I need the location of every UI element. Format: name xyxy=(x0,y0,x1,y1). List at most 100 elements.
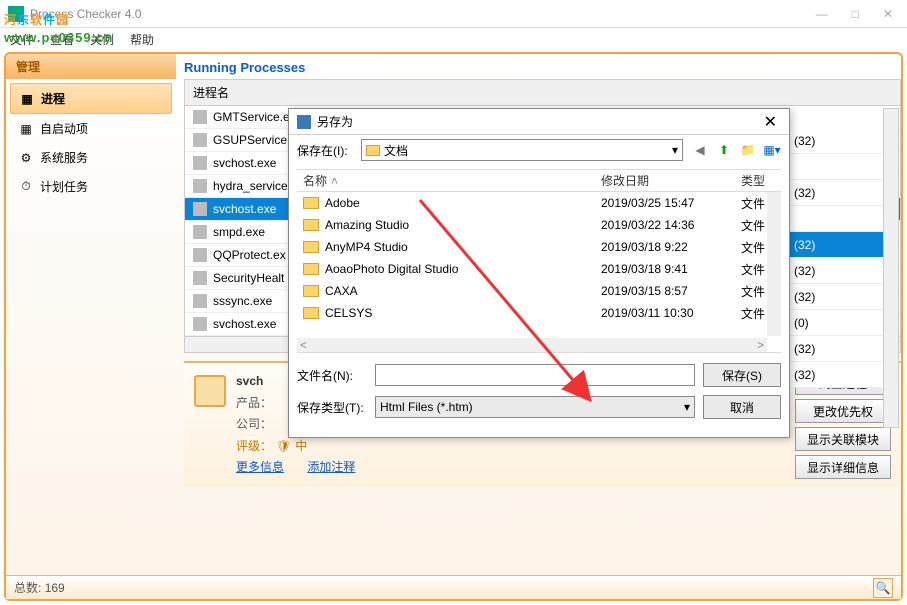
process-icon: ▦ xyxy=(19,91,35,107)
exe-icon xyxy=(193,133,207,147)
back-icon[interactable]: ◀ xyxy=(691,141,709,159)
tasks-icon: ⏱ xyxy=(18,179,34,195)
exe-icon xyxy=(193,156,207,170)
running-processes-title: Running Processes xyxy=(184,60,901,75)
file-list: 名称˄ 修改日期 类型 Adobe2019/03/25 15:47文件 Amaz… xyxy=(297,169,781,353)
menu-file[interactable]: 文件 xyxy=(10,31,34,48)
cancel-button[interactable]: 取消 xyxy=(703,395,781,419)
dialog-icon xyxy=(297,115,311,129)
exe-icon xyxy=(193,271,207,285)
details-button[interactable]: 显示详细信息 xyxy=(795,455,891,479)
column-header-name[interactable]: 进程名 xyxy=(184,79,901,106)
detail-rating-label: 评级： xyxy=(236,436,272,458)
filetype-combo[interactable]: Html Files (*.htm) ▾ xyxy=(375,396,695,418)
services-icon: ⚙ xyxy=(18,150,34,166)
detail-process-icon xyxy=(194,375,226,407)
detail-rating-value: 中 xyxy=(295,436,307,458)
filelist-vscroll[interactable] xyxy=(767,192,781,336)
filetype-text: Html Files (*.htm) xyxy=(380,400,473,414)
search-icon[interactable]: 🔍 xyxy=(873,578,893,598)
folder-row[interactable]: CELSYS2019/03/11 10:30文件 xyxy=(297,302,781,324)
bits-cell: (32) xyxy=(790,336,888,362)
menubar: 文件 查看 关例 帮助 xyxy=(0,28,907,50)
chevron-down-icon: ▾ xyxy=(684,400,690,414)
priority-button[interactable]: 更改优先权 xyxy=(795,399,891,423)
bits-cell: (32) xyxy=(790,128,888,154)
more-info-link[interactable]: 更多信息 xyxy=(236,460,284,474)
filename-input[interactable] xyxy=(375,364,695,386)
sidebar-label: 自启动项 xyxy=(40,120,88,137)
menu-view[interactable]: 查看 xyxy=(50,31,74,48)
save-in-label: 保存在(I): xyxy=(297,142,353,159)
exe-icon xyxy=(193,225,207,239)
exe-icon xyxy=(193,110,207,124)
modules-button[interactable]: 显示关联模块 xyxy=(795,427,891,451)
chevron-down-icon: ▾ xyxy=(672,143,678,157)
close-button[interactable]: ✕ xyxy=(877,5,899,23)
bits-cell: (32) xyxy=(790,232,888,258)
folder-row[interactable]: Adobe2019/03/25 15:47文件 xyxy=(297,192,781,214)
col-type[interactable]: 类型 xyxy=(741,172,781,189)
folder-row[interactable]: CAXA2019/03/15 8:57文件 xyxy=(297,280,781,302)
minimize-button[interactable]: — xyxy=(810,5,834,23)
shield-icon: 🛡 xyxy=(276,436,291,458)
sidebar-item-startup[interactable]: ▦ 自启动项 xyxy=(10,114,172,143)
col-name[interactable]: 名称˄ xyxy=(297,172,601,189)
sidebar-item-services[interactable]: ⚙ 系统服务 xyxy=(10,143,172,172)
maximize-button[interactable]: □ xyxy=(846,5,865,23)
filename-label: 文件名(N): xyxy=(297,367,367,384)
folder-row[interactable]: AnyMP4 Studio2019/03/18 9:22文件 xyxy=(297,236,781,258)
folder-icon xyxy=(303,307,319,319)
total-count: 总数: 169 xyxy=(14,579,873,596)
exe-icon xyxy=(193,248,207,262)
bits-cell: (32) xyxy=(790,258,888,284)
menu-example[interactable]: 关例 xyxy=(90,31,114,48)
bits-cell: (32) xyxy=(790,180,888,206)
exe-icon xyxy=(193,317,207,331)
folder-icon xyxy=(303,285,319,297)
bits-cell xyxy=(790,206,888,232)
folder-row[interactable]: AoaoPhoto Digital Studio2019/03/18 9:41文… xyxy=(297,258,781,280)
exe-icon xyxy=(193,202,207,216)
up-icon[interactable]: ⬆ xyxy=(715,141,733,159)
window-title: Process Checker 4.0 xyxy=(30,7,810,21)
dialog-title: 另存为 xyxy=(317,113,760,130)
bits-cell: (32) xyxy=(790,284,888,310)
folder-icon xyxy=(303,219,319,231)
sort-asc-icon: ˄ xyxy=(331,174,338,188)
folder-icon xyxy=(303,197,319,209)
sidebar-item-tasks[interactable]: ⏱ 计划任务 xyxy=(10,172,172,201)
startup-icon: ▦ xyxy=(18,121,34,137)
titlebar: Process Checker 4.0 — □ ✕ xyxy=(0,0,907,28)
sidebar-label: 计划任务 xyxy=(40,178,88,195)
menu-help[interactable]: 帮助 xyxy=(130,31,154,48)
save-as-dialog: 另存为 ✕ 保存在(I): 文档 ▾ ◀ ⬆ 📁 ▦▾ 名称˄ 修改日期 类型 … xyxy=(288,108,790,438)
folder-icon xyxy=(303,263,319,275)
sidebar: 管理 ▦ 进程 ▦ 自启动项 ⚙ 系统服务 ⏱ 计划任务 xyxy=(6,54,176,575)
location-text: 文档 xyxy=(384,142,408,159)
col-date[interactable]: 修改日期 xyxy=(601,172,741,189)
folder-row[interactable]: Amazing Studio2019/03/22 14:36文件 xyxy=(297,214,781,236)
bits-cell: (32) xyxy=(790,362,888,388)
location-combo[interactable]: 文档 ▾ xyxy=(361,139,683,161)
exe-icon xyxy=(193,294,207,308)
save-button[interactable]: 保存(S) xyxy=(703,363,781,387)
dialog-close-button[interactable]: ✕ xyxy=(760,112,781,132)
add-note-link[interactable]: 添加注释 xyxy=(307,460,355,474)
app-icon xyxy=(8,6,24,22)
exe-icon xyxy=(193,179,207,193)
view-menu-icon[interactable]: ▦▾ xyxy=(763,141,781,159)
new-folder-icon[interactable]: 📁 xyxy=(739,141,757,159)
bits-cell xyxy=(790,154,888,180)
folder-icon xyxy=(303,241,319,253)
sidebar-item-processes[interactable]: ▦ 进程 xyxy=(10,83,172,114)
filelist-hscroll[interactable] xyxy=(297,338,767,352)
sidebar-label: 系统服务 xyxy=(40,149,88,166)
sidebar-label: 进程 xyxy=(41,90,65,107)
filetype-label: 保存类型(T): xyxy=(297,399,367,416)
statusbar: 总数: 169 🔍 xyxy=(6,575,901,599)
folder-icon xyxy=(366,145,380,156)
vertical-scrollbar[interactable] xyxy=(883,108,899,428)
bits-column: (32) (32) (32) (32) (32) (0) (32) (32) xyxy=(790,128,888,388)
sidebar-header: 管理 xyxy=(6,54,176,79)
